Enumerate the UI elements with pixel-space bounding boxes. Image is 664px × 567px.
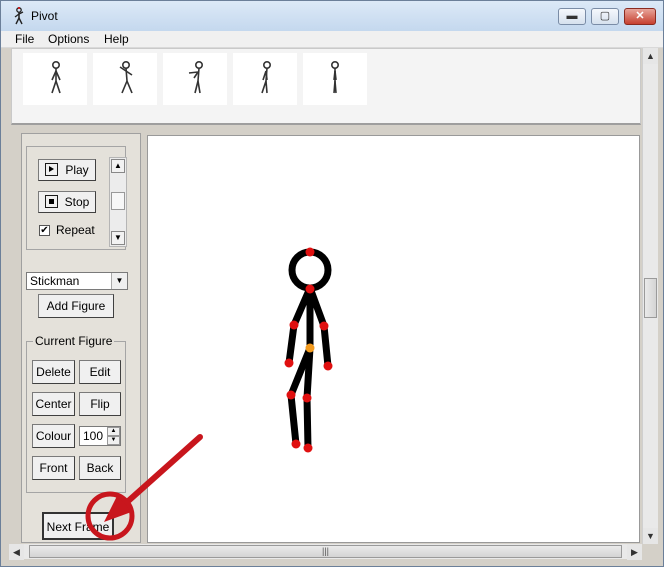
stickman-lower-arm-left: [285, 321, 298, 367]
figure-type-select[interactable]: Stickman ▼: [26, 272, 128, 290]
stickman-lower-leg-left: [287, 391, 300, 448]
frame-thumbnail-1[interactable]: [23, 53, 87, 105]
flip-button[interactable]: Flip: [79, 392, 121, 416]
joint-handle[interactable]: [319, 321, 329, 331]
arrow-down-icon: ▼: [646, 531, 655, 541]
stop-icon: [45, 195, 58, 208]
menu-bar: File Options Help: [1, 31, 663, 48]
arrow-up-icon: ▲: [646, 51, 655, 61]
window-title: Pivot: [31, 9, 58, 23]
colour-button[interactable]: Colour: [32, 424, 75, 448]
scroll-down-button[interactable]: ▼: [643, 528, 658, 544]
figure-size-value: 100: [83, 429, 104, 443]
add-figure-label: Add Figure: [46, 299, 106, 313]
flip-label: Flip: [90, 397, 110, 411]
center-label: Center: [35, 397, 72, 411]
arrow-down-icon: ▼: [114, 233, 122, 242]
repeat-label: Repeat: [56, 223, 95, 237]
next-frame-label: Next Frame: [46, 520, 110, 534]
title-bar: Pivot ▬ ▢ ✕: [1, 1, 663, 31]
close-button[interactable]: ✕: [624, 8, 656, 25]
front-label: Front: [39, 461, 68, 475]
speed-down-button[interactable]: ▼: [111, 231, 125, 245]
frame-strip: [11, 48, 641, 125]
grip-icon: |||: [321, 546, 329, 556]
chevron-down-icon: ▼: [111, 273, 127, 289]
stickman-app-icon: [14, 7, 24, 25]
joint-handle[interactable]: [323, 361, 333, 371]
frame-thumbnail-5[interactable]: [303, 53, 367, 105]
joint-handle[interactable]: [305, 284, 315, 294]
front-button[interactable]: Front: [32, 456, 75, 480]
edit-button[interactable]: Edit: [79, 360, 121, 384]
stickman-lower-arm-right: [320, 322, 332, 370]
joint-handle[interactable]: [284, 358, 294, 368]
stickman-figure[interactable]: [148, 136, 639, 542]
spin-up-icon[interactable]: ▲: [107, 427, 120, 436]
spin-down-icon[interactable]: ▼: [107, 436, 120, 445]
current-figure-group: Current Figure Delete Edit Center Flip C…: [26, 334, 126, 493]
frame-5-stickman-icon: [330, 61, 339, 94]
center-button[interactable]: Center: [32, 392, 75, 416]
delete-label: Delete: [36, 365, 71, 379]
vertical-scroll-thumb[interactable]: [644, 278, 657, 318]
pivot-window: Pivot ▬ ▢ ✕ File Options Help ▲ ▼ Play S…: [0, 0, 664, 567]
edit-label: Edit: [89, 365, 111, 379]
scroll-right-button[interactable]: ▶: [627, 544, 642, 560]
horizontal-scroll-thumb[interactable]: |||: [29, 545, 622, 558]
add-figure-button[interactable]: Add Figure: [38, 294, 114, 318]
arrow-up-icon: ▲: [114, 161, 122, 170]
close-icon: ✕: [635, 10, 645, 22]
figure-size-spinner[interactable]: 100 ▲ ▼: [79, 426, 121, 446]
speed-thumb[interactable]: [111, 192, 125, 210]
frame-thumbnail-3[interactable]: [163, 53, 227, 105]
joint-handle[interactable]: [289, 320, 299, 330]
horizontal-scrollbar[interactable]: ◀ ||| ▶: [9, 544, 642, 560]
minimize-icon: ▬: [566, 10, 578, 22]
frame-1-stickman-icon: [51, 61, 61, 94]
arrow-right-icon: ▶: [631, 547, 638, 557]
menu-options[interactable]: Options: [48, 32, 89, 46]
current-figure-legend: Current Figure: [33, 334, 115, 348]
checkmark-icon: ✔: [40, 225, 49, 236]
play-icon: [45, 163, 58, 176]
frame-thumbnail-4[interactable]: [233, 53, 297, 105]
menu-file[interactable]: File: [15, 32, 34, 46]
stickman-head: [288, 248, 332, 292]
maximize-button[interactable]: ▢: [591, 8, 619, 25]
control-panel: Play Stop ✔ Repeat ▲ ▼ Stickman ▼ Add Fi…: [21, 133, 141, 543]
playback-group: Play Stop ✔ Repeat ▲ ▼: [26, 146, 127, 250]
joint-handle[interactable]: [305, 247, 315, 257]
joint-handle[interactable]: [291, 439, 301, 449]
frame-4-stickman-icon: [261, 61, 271, 94]
speed-up-button[interactable]: ▲: [111, 159, 125, 173]
frame-3-stickman-icon: [188, 61, 203, 94]
stickman-lower-leg-right: [303, 394, 312, 452]
joint-handle[interactable]: [302, 393, 312, 403]
scroll-up-button[interactable]: ▲: [643, 48, 658, 64]
figure-type-value: Stickman: [30, 274, 80, 288]
back-button[interactable]: Back: [79, 456, 121, 480]
maximize-icon: ▢: [599, 10, 611, 22]
delete-button[interactable]: Delete: [32, 360, 75, 384]
stop-button[interactable]: Stop: [38, 191, 96, 213]
speed-scrollbar[interactable]: ▲ ▼: [109, 157, 127, 247]
animation-canvas[interactable]: [147, 135, 640, 543]
frame-2-stickman-icon: [119, 61, 133, 94]
menu-help[interactable]: Help: [104, 32, 129, 46]
vertical-scrollbar[interactable]: ▲ ▼: [642, 48, 658, 544]
minimize-button[interactable]: ▬: [558, 8, 586, 25]
stickman-upper-leg-right: [303, 344, 314, 402]
scroll-left-button[interactable]: ◀: [9, 544, 24, 560]
arrow-left-icon: ◀: [13, 547, 20, 557]
center-joint-handle[interactable]: [305, 343, 315, 353]
colour-label: Colour: [35, 429, 72, 443]
repeat-checkbox[interactable]: ✔: [39, 225, 50, 236]
play-button[interactable]: Play: [38, 159, 96, 181]
frame-thumbnail-2[interactable]: [93, 53, 157, 105]
back-label: Back: [86, 461, 114, 475]
joint-handle[interactable]: [286, 390, 296, 400]
joint-handle[interactable]: [303, 443, 313, 453]
next-frame-button[interactable]: Next Frame: [42, 512, 114, 540]
